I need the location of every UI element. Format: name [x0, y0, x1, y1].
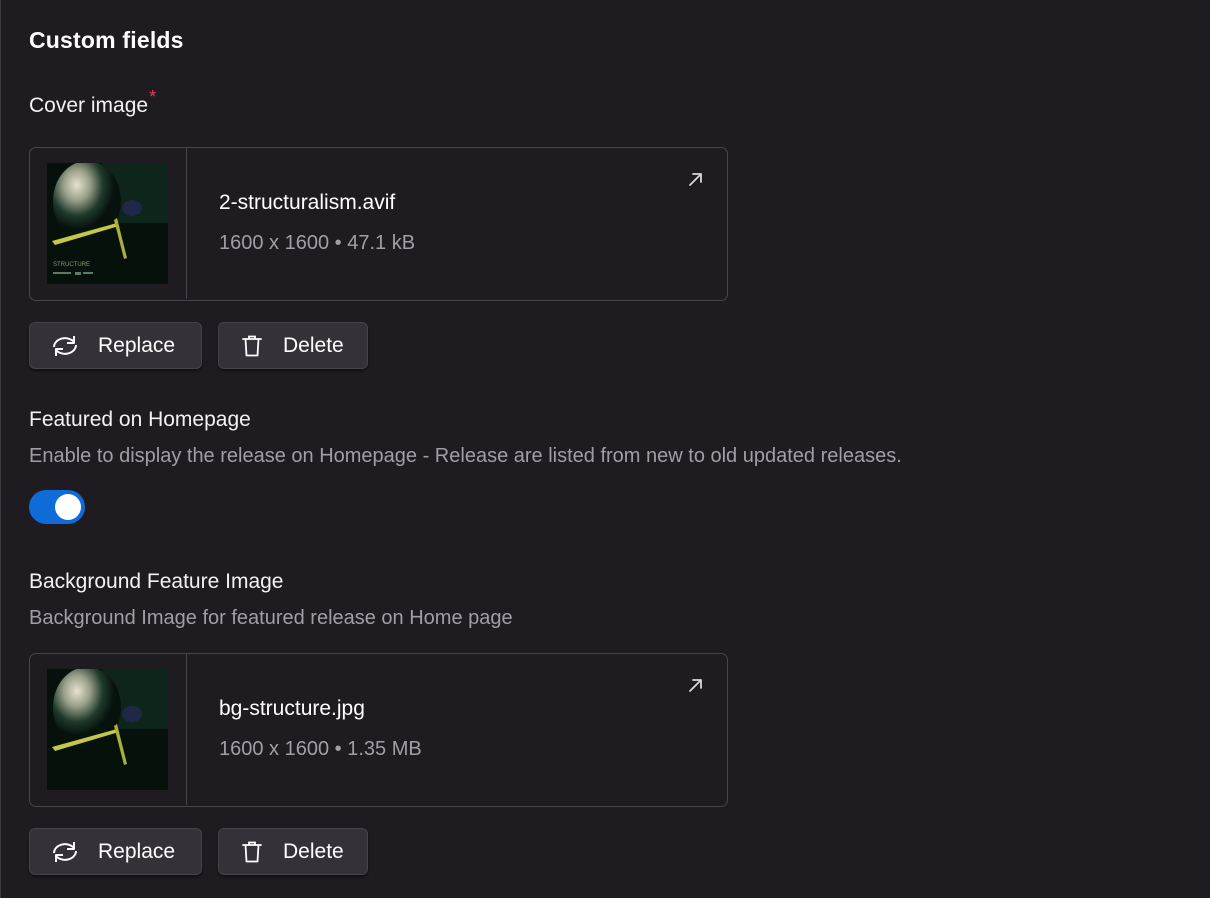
featured-toggle[interactable]: [29, 490, 85, 524]
background-image-delete-button[interactable]: Delete: [218, 828, 368, 875]
cover-image-thumbnail-frame: STRUCTURE: [30, 148, 187, 299]
toggle-knob: [55, 494, 81, 520]
replace-button-label: Replace: [98, 333, 176, 357]
background-image-file-card: bg-structure.jpg 1600 x 1600 • 1.35 MB: [29, 653, 728, 807]
cover-image-replace-button[interactable]: Replace: [29, 322, 202, 369]
background-image-replace-button[interactable]: Replace: [29, 828, 202, 875]
cover-image-file-meta: 1600 x 1600 • 47.1 kB: [219, 232, 416, 254]
cover-image-delete-button[interactable]: Delete: [218, 322, 368, 369]
background-image-thumbnail-frame: [30, 654, 187, 805]
cover-image-file-card: STRUCTURE 2-structuralism.avif 1600 x 16…: [29, 147, 728, 301]
cover-image-thumbnail[interactable]: STRUCTURE: [47, 163, 168, 284]
background-image-description: Background Image for featured release on…: [29, 607, 513, 629]
external-link-icon[interactable]: [685, 168, 707, 190]
external-link-icon[interactable]: [685, 674, 707, 696]
section-title: Custom fields: [29, 27, 184, 53]
refresh-icon: [48, 334, 82, 358]
featured-description: Enable to display the release on Homepag…: [29, 445, 902, 467]
delete-button-label: Delete: [283, 333, 344, 357]
replace-button-label: Replace: [98, 839, 176, 863]
background-image-file-meta: 1600 x 1600 • 1.35 MB: [219, 738, 422, 760]
background-image-thumbnail[interactable]: [47, 669, 168, 790]
refresh-icon: [48, 840, 82, 864]
delete-button-label: Delete: [283, 839, 344, 863]
cover-image-label-text: Cover image: [29, 94, 149, 117]
background-image-label: Background Feature Image: [29, 570, 284, 593]
background-image-file-name: bg-structure.jpg: [219, 697, 365, 720]
cover-image-label: Cover image*: [29, 87, 156, 118]
trash-icon: [240, 334, 264, 358]
featured-label: Featured on Homepage: [29, 408, 251, 431]
cover-image-file-name: 2-structuralism.avif: [219, 191, 396, 214]
required-marker: *: [149, 87, 157, 107]
custom-fields-panel: Custom fields Cover image* STRUCTURE 2-s…: [0, 0, 1210, 898]
trash-icon: [240, 840, 264, 864]
thumbnail-caption: STRUCTURE: [53, 262, 90, 268]
